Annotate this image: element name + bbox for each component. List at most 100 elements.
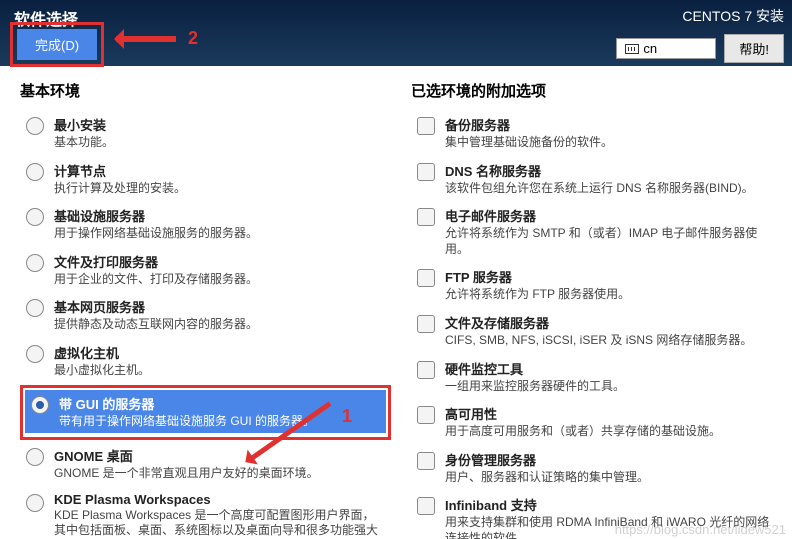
addon-option[interactable]: 文件及存储服务器 CIFS, SMB, NFS, iSCSI, iSER 及 i… [411,309,782,353]
addon-label: 备份服务器 [445,115,776,134]
radio-icon [26,254,44,272]
env-text: 最小安装 基本功能。 [54,115,385,151]
checkbox-icon [417,361,435,379]
addon-option[interactable]: 备份服务器 集中管理基础设施备份的软件。 [411,111,782,155]
env-desc: 基本功能。 [54,135,385,151]
addon-option[interactable]: 硬件监控工具 一组用来监控服务器硬件的工具。 [411,355,782,399]
addon-text: 电子邮件服务器 允许将系统作为 SMTP 和（或者）IMAP 电子邮件服务器使用… [445,206,776,257]
base-environment-column: 基本环境 最小安装 基本功能。 计算节点 执行计算及处理的安装。 基础设施服务器… [0,66,401,539]
done-button[interactable]: 完成(D) [17,29,97,60]
radio-icon [26,163,44,181]
keyboard-layout-label: cn [643,41,657,56]
done-highlight: 完成(D) [10,22,104,67]
addon-option[interactable]: DNS 名称服务器 该软件包组允许您在系统上运行 DNS 名称服务器(BIND)… [411,157,782,201]
env-desc: 提供静态及动态互联网内容的服务器。 [54,317,385,333]
addon-option[interactable]: FTP 服务器 允许将系统作为 FTP 服务器使用。 [411,263,782,307]
addon-desc: 一组用来监控服务器硬件的工具。 [445,379,776,395]
env-desc: 最小虚拟化主机。 [54,363,385,379]
addon-option[interactable]: 高可用性 用于高度可用服务和（或者）共享存储的基础设施。 [411,400,782,444]
annotation-label-1: 1 [342,406,352,427]
env-option[interactable]: 基本网页服务器 提供静态及动态互联网内容的服务器。 [20,293,391,337]
header-right: CENTOS 7 安装 cn 帮助! [616,6,784,63]
checkbox-icon [417,452,435,470]
help-button[interactable]: 帮助! [724,34,784,63]
checkbox-icon [417,406,435,424]
checkbox-icon [417,208,435,226]
addon-label: 文件及存储服务器 [445,313,776,332]
addon-label: 硬件监控工具 [445,359,776,378]
addon-text: Infiniband 支持 用来支持集群和使用 RDMA InfiniBand … [445,495,776,539]
selection-highlight: 带 GUI 的服务器 带有用于操作网络基础设施服务 GUI 的服务器。 [20,385,391,441]
addon-label: 电子邮件服务器 [445,206,776,225]
addon-option[interactable]: 身份管理服务器 用户、服务器和认证策略的集中管理。 [411,446,782,490]
addon-text: DNS 名称服务器 该软件包组允许您在系统上运行 DNS 名称服务器(BIND)… [445,161,776,197]
env-option[interactable]: KDE Plasma Workspaces KDE Plasma Workspa… [20,488,391,539]
addon-desc: 用户、服务器和认证策略的集中管理。 [445,470,776,486]
radio-icon [26,208,44,226]
radio-icon [26,117,44,135]
install-title: CENTOS 7 安装 [682,6,784,26]
env-option[interactable]: 虚拟化主机 最小虚拟化主机。 [20,339,391,383]
env-option[interactable]: 基础设施服务器 用于操作网络基础设施服务的服务器。 [20,202,391,246]
checkbox-icon [417,117,435,135]
env-label: GNOME 桌面 [54,446,385,465]
arrow-annotation-2 [116,36,176,42]
env-text: GNOME 桌面 GNOME 是一个非常直观且用户友好的桌面环境。 [54,446,385,482]
radio-icon [26,494,44,512]
env-option[interactable]: 最小安装 基本功能。 [20,111,391,155]
addon-label: 高可用性 [445,404,776,423]
checkbox-icon [417,269,435,287]
addon-desc: 集中管理基础设施备份的软件。 [445,135,776,151]
env-option[interactable]: 文件及打印服务器 用于企业的文件、打印及存储服务器。 [20,248,391,292]
env-label: 计算节点 [54,161,385,180]
env-label: 基础设施服务器 [54,206,385,225]
env-desc: 带有用于操作网络基础设施服务 GUI 的服务器。 [59,414,380,430]
env-desc: 用于操作网络基础设施服务的服务器。 [54,226,385,242]
addon-text: 文件及存储服务器 CIFS, SMB, NFS, iSCSI, iSER 及 i… [445,313,776,349]
env-option[interactable]: GNOME 桌面 GNOME 是一个非常直观且用户友好的桌面环境。 [20,442,391,486]
env-label: 最小安装 [54,115,385,134]
addon-label: DNS 名称服务器 [445,161,776,180]
base-env-list: 最小安装 基本功能。 计算节点 执行计算及处理的安装。 基础设施服务器 用于操作… [20,111,391,539]
env-desc: GNOME 是一个非常直观且用户友好的桌面环境。 [54,466,385,482]
env-text: 带 GUI 的服务器 带有用于操作网络基础设施服务 GUI 的服务器。 [59,394,380,430]
env-label: 虚拟化主机 [54,343,385,362]
env-desc: 执行计算及处理的安装。 [54,181,385,197]
addon-label: Infiniband 支持 [445,495,776,514]
content-area: 基本环境 最小安装 基本功能。 计算节点 执行计算及处理的安装。 基础设施服务器… [0,66,792,539]
addons-column: 已选环境的附加选项 备份服务器 集中管理基础设施备份的软件。 DNS 名称服务器… [401,66,792,539]
addon-text: 身份管理服务器 用户、服务器和认证策略的集中管理。 [445,450,776,486]
addon-desc: 允许将系统作为 FTP 服务器使用。 [445,287,776,303]
addon-text: FTP 服务器 允许将系统作为 FTP 服务器使用。 [445,267,776,303]
addons-heading: 已选环境的附加选项 [411,80,782,101]
annotation-label-2: 2 [188,28,198,49]
radio-icon [26,345,44,363]
env-desc: 用于企业的文件、打印及存储服务器。 [54,272,385,288]
env-label: 基本网页服务器 [54,297,385,316]
addon-option[interactable]: Infiniband 支持 用来支持集群和使用 RDMA InfiniBand … [411,491,782,539]
addon-label: 身份管理服务器 [445,450,776,469]
env-option[interactable]: 带 GUI 的服务器 带有用于操作网络基础设施服务 GUI 的服务器。 [25,390,386,434]
env-text: KDE Plasma Workspaces KDE Plasma Workspa… [54,492,385,539]
addon-desc: 允许将系统作为 SMTP 和（或者）IMAP 电子邮件服务器使用。 [445,226,776,257]
env-label: KDE Plasma Workspaces [54,492,385,507]
keyboard-layout-selector[interactable]: cn [616,38,716,59]
env-desc: KDE Plasma Workspaces 是一个高度可配置图形用户界面，其中包… [54,508,385,539]
addon-desc: 该软件包组允许您在系统上运行 DNS 名称服务器(BIND)。 [445,181,776,197]
env-label: 带 GUI 的服务器 [59,394,380,413]
env-text: 基本网页服务器 提供静态及动态互联网内容的服务器。 [54,297,385,333]
checkbox-icon [417,315,435,333]
radio-icon [26,299,44,317]
env-text: 计算节点 执行计算及处理的安装。 [54,161,385,197]
radio-icon [31,396,49,414]
addons-list: 备份服务器 集中管理基础设施备份的软件。 DNS 名称服务器 该软件包组允许您在… [411,111,782,539]
addon-desc: 用于高度可用服务和（或者）共享存储的基础设施。 [445,424,776,440]
checkbox-icon [417,163,435,181]
env-text: 文件及打印服务器 用于企业的文件、打印及存储服务器。 [54,252,385,288]
env-label: 文件及打印服务器 [54,252,385,271]
checkbox-icon [417,497,435,515]
header-bar: 软件选择 完成(D) 2 CENTOS 7 安装 cn 帮助! [0,0,792,66]
addon-option[interactable]: 电子邮件服务器 允许将系统作为 SMTP 和（或者）IMAP 电子邮件服务器使用… [411,202,782,261]
env-option[interactable]: 计算节点 执行计算及处理的安装。 [20,157,391,201]
addon-text: 高可用性 用于高度可用服务和（或者）共享存储的基础设施。 [445,404,776,440]
